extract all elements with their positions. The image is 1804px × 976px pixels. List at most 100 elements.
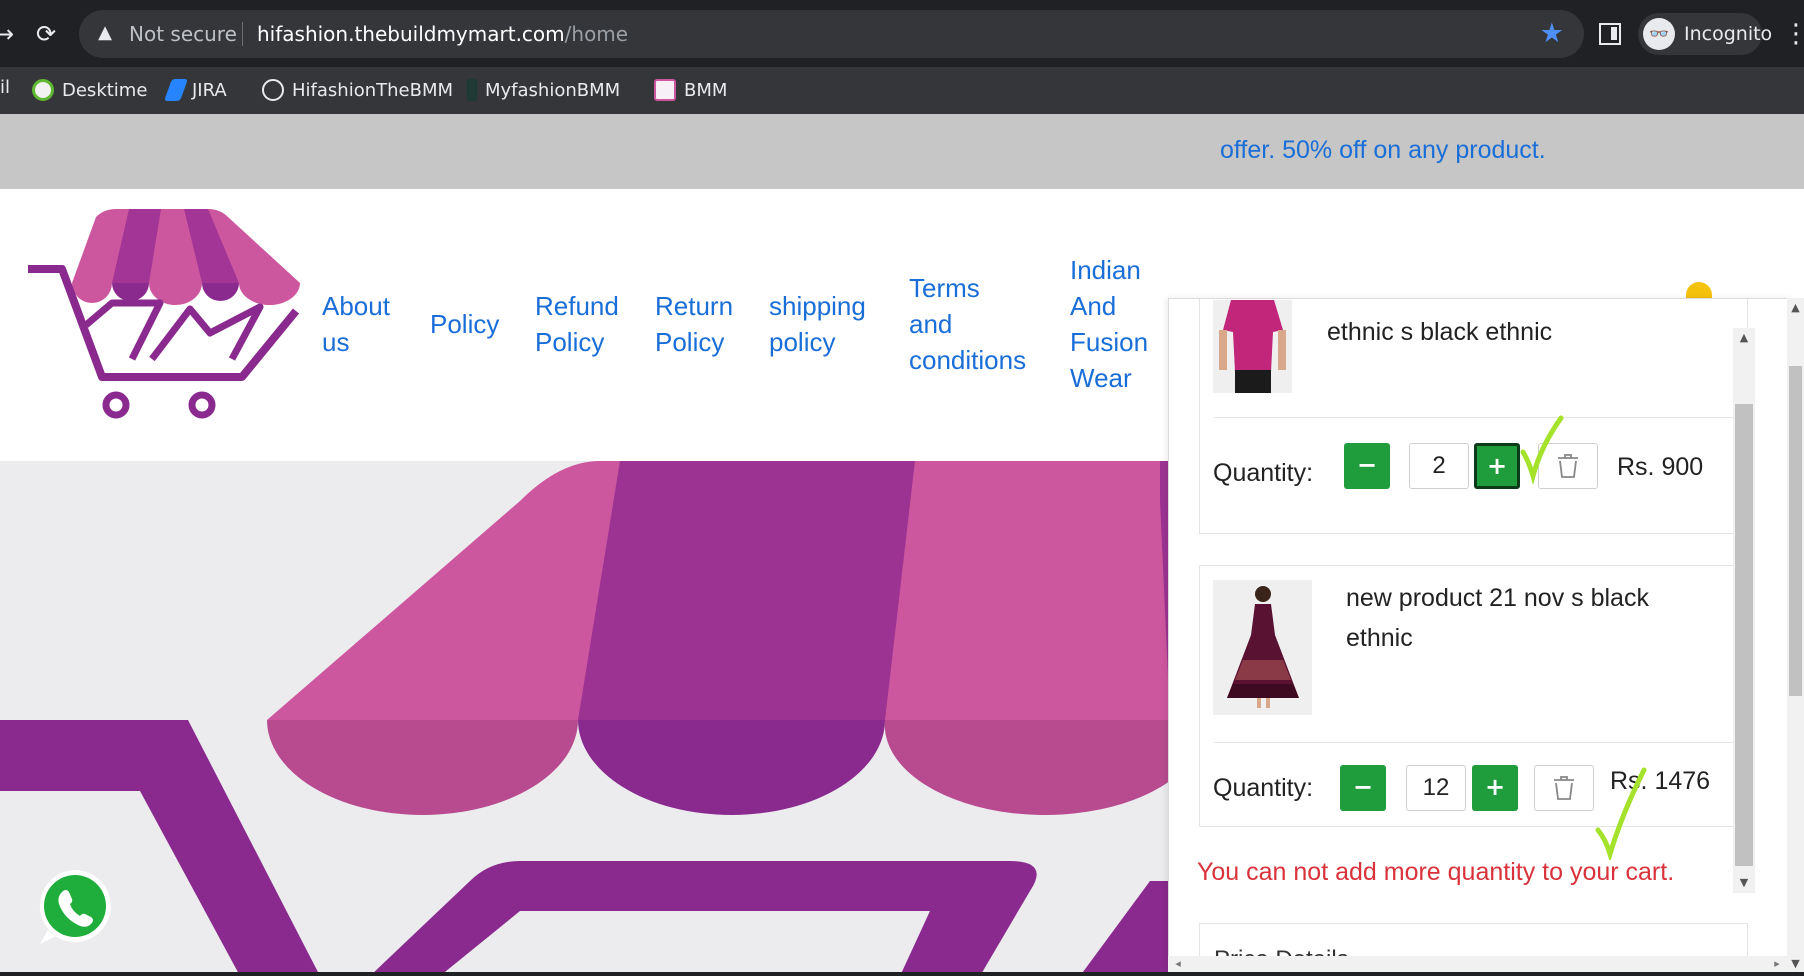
nav-policy[interactable]: Policy <box>430 306 499 342</box>
warning-icon[interactable]: ▲ <box>95 23 115 43</box>
bookmark-bmm[interactable]: BMM <box>654 77 727 103</box>
side-panel-icon[interactable] <box>1599 23 1621 45</box>
product-name[interactable]: ethnic s black ethnic <box>1327 312 1552 352</box>
cart-panel: ethnic s black ethnic Quantity: − 2 + Rs… <box>1168 298 1793 970</box>
hero-banner <box>0 461 1170 976</box>
nav-text: Policy <box>535 327 605 357</box>
nav-text: About <box>322 291 390 321</box>
scroll-left-arrow-icon[interactable]: ◂ <box>1170 956 1186 972</box>
cart-item: new product 21 nov s black ethnic Quanti… <box>1199 565 1748 827</box>
scroll-down-arrow-icon[interactable]: ▼ <box>1733 875 1755 891</box>
nav-shipping-policy[interactable]: shipping policy <box>769 288 866 360</box>
decrease-quantity-button[interactable]: − <box>1344 443 1390 489</box>
trash-icon <box>1558 454 1578 478</box>
product-image[interactable] <box>1213 580 1312 715</box>
url-host: hifashion.thebuildmymart.com <box>257 22 565 46</box>
product-name[interactable]: new product 21 nov s black ethnic <box>1346 578 1649 658</box>
nav-text: Wear <box>1070 363 1132 393</box>
nav-text: Policy <box>430 309 500 339</box>
desktime-icon <box>32 79 54 101</box>
taskbar-edge <box>0 972 1804 976</box>
cart-horizontal-scrollbar[interactable]: ◂ ▸ <box>1168 956 1787 972</box>
cart-error-message: You can not add more quantity to your ca… <box>1197 858 1675 886</box>
nav-return-policy[interactable]: Return Policy <box>655 288 733 360</box>
nav-text: Policy <box>655 327 725 357</box>
scroll-down-arrow-icon[interactable]: ▼ <box>1787 956 1804 972</box>
product-name-line: new product 21 nov s black <box>1346 584 1649 612</box>
url-path: /home <box>564 22 629 46</box>
scroll-right-arrow-icon[interactable]: ▸ <box>1769 956 1785 972</box>
product-image[interactable] <box>1213 300 1292 393</box>
cart-item: ethnic s black ethnic Quantity: − 2 + Rs… <box>1199 299 1748 534</box>
bookmark-label: HifashionTheBMM <box>292 79 453 101</box>
nav-refund-policy[interactable]: Refund Policy <box>535 288 619 360</box>
offer-banner: offer. 50% off on any product. <box>0 114 1804 189</box>
bookmark-label: BMM <box>684 79 728 101</box>
bookmark-jira[interactable]: JIRA <box>163 77 227 103</box>
forward-icon[interactable]: → <box>0 16 22 52</box>
myfashion-icon <box>467 79 477 101</box>
decrease-quantity-button[interactable]: − <box>1340 765 1386 811</box>
site-logo[interactable] <box>24 205 300 437</box>
nav-text: shipping <box>769 291 866 321</box>
bmm-icon <box>654 79 676 101</box>
url-text[interactable]: hifashion.thebuildmymart.com/home <box>257 22 628 46</box>
nav-about-us[interactable]: About us <box>322 288 390 360</box>
bookmark-hifashion[interactable]: HifashionTheBMM <box>262 77 453 103</box>
nav-text: Indian <box>1070 255 1141 285</box>
incognito-label: Incognito <box>1684 23 1773 45</box>
nav-text: Return <box>655 291 734 321</box>
address-separator <box>242 22 243 46</box>
reload-icon[interactable]: ⟳ <box>28 16 64 52</box>
product-name-line: ethnic <box>1346 624 1413 652</box>
card-divider <box>1214 417 1733 418</box>
card-divider <box>1214 742 1733 743</box>
browser-toolbar: → ⟳ ▲ Not secure hifashion.thebuildmymar… <box>0 0 1804 67</box>
incognito-indicator[interactable]: 👓 Incognito <box>1638 13 1772 55</box>
trash-icon <box>1554 776 1574 800</box>
scroll-up-arrow-icon[interactable]: ▲ <box>1787 300 1804 316</box>
bookmark-star-icon[interactable]: ★ <box>1540 19 1564 49</box>
nav-terms-and-conditions[interactable]: Terms and conditions <box>909 270 1026 378</box>
browser-menu-icon[interactable]: ⋮ <box>1783 16 1804 52</box>
quantity-label: Quantity: <box>1213 459 1314 487</box>
nav-text: policy <box>769 327 836 357</box>
scroll-up-arrow-icon[interactable]: ▲ <box>1733 330 1755 346</box>
globe-icon <box>262 79 284 101</box>
cart-panel-scrollbar[interactable]: ▲ ▼ <box>1787 298 1804 976</box>
bookmark-desktime[interactable]: Desktime <box>32 77 147 103</box>
scrollbar-thumb[interactable] <box>1789 366 1802 696</box>
nav-text: Fusion <box>1070 327 1149 357</box>
item-price: Rs. 1476 <box>1610 767 1711 795</box>
nav-text: and <box>909 309 953 339</box>
bookmark-label: MyfashionBMM <box>485 79 621 101</box>
remove-item-button[interactable] <box>1534 765 1594 811</box>
nav-text: Terms <box>909 273 980 303</box>
scrollbar-thumb[interactable] <box>1735 404 1753 866</box>
quantity-input[interactable]: 12 <box>1406 765 1466 811</box>
increase-quantity-button[interactable]: + <box>1474 443 1520 489</box>
offer-text[interactable]: offer. 50% off on any product. <box>1220 136 1546 165</box>
item-price: Rs. 900 <box>1617 453 1704 481</box>
address-bar[interactable]: ▲ Not secure hifashion.thebuildmymart.co… <box>79 10 1584 58</box>
nav-text: us <box>322 327 350 357</box>
whatsapp-icon[interactable] <box>34 866 116 948</box>
nav-indian-fusion-wear[interactable]: Indian And Fusion Wear <box>1070 252 1148 396</box>
nav-text: Refund <box>535 291 619 321</box>
hero-logo-graphic <box>0 461 1170 976</box>
remove-item-button[interactable] <box>1538 443 1598 489</box>
bookmark-myfashion[interactable]: MyfashionBMM <box>467 77 620 103</box>
jira-icon <box>163 79 189 101</box>
cart-list-scrollbar[interactable]: ▲ ▼ <box>1733 328 1755 893</box>
bookmarks-bar: il Desktime JIRA HifashionTheBMM Myfashi… <box>0 67 1804 114</box>
quantity-input[interactable]: 2 <box>1409 443 1469 489</box>
incognito-icon: 👓 <box>1643 18 1675 50</box>
bookmark-label: JIRA <box>192 79 227 101</box>
nav-text: conditions <box>909 345 1027 375</box>
nav-text: And <box>1070 291 1117 321</box>
security-label[interactable]: Not secure <box>129 22 237 46</box>
bookmark-truncated[interactable]: il <box>0 77 10 98</box>
increase-quantity-button[interactable]: + <box>1472 765 1518 811</box>
bookmark-label: Desktime <box>62 79 148 101</box>
quantity-label: Quantity: <box>1213 774 1314 802</box>
